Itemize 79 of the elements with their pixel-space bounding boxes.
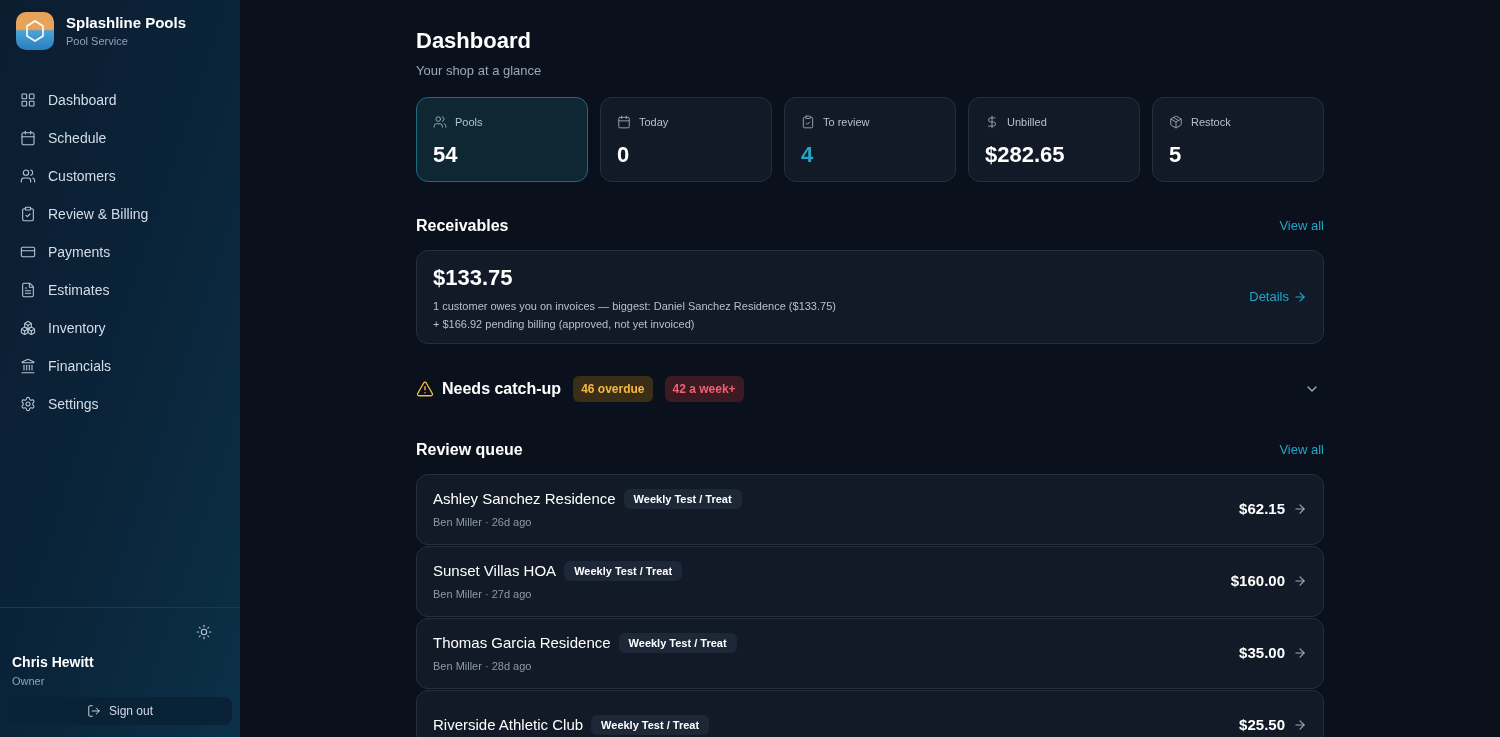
nav-item[interactable]: Estimates — [20, 278, 220, 302]
section-title: Receivables — [416, 215, 509, 236]
row-amount: $35.00 — [1239, 642, 1285, 663]
customer-name: Sunset Villas HOA — [433, 560, 557, 581]
people-icon — [433, 114, 447, 129]
count-badge: 46 overdue — [573, 375, 653, 402]
review-row[interactable]: Thomas Garcia Residence Weekly Test / Treat Ben Miller · 28d ago $35.00 — [416, 617, 1324, 689]
stat-card[interactable]: Unbilled $282.65 — [968, 96, 1140, 182]
sign-out-icon — [86, 704, 101, 718]
calendar-icon — [617, 114, 631, 129]
row-amount: $160.00 — [1230, 570, 1285, 591]
brand-subtitle: Pool Service — [66, 33, 129, 49]
stat-card[interactable]: Restock 5 — [1152, 96, 1324, 182]
document-icon — [20, 282, 36, 298]
stat-value: 54 — [433, 141, 459, 169]
row-meta: Ben Miller · 28d ago — [433, 659, 533, 674]
stat-label: Pools — [455, 114, 483, 130]
stat-value: 4 — [801, 141, 815, 169]
clipboard-check-icon — [20, 206, 36, 222]
people-icon — [20, 168, 36, 184]
package-icon — [1169, 114, 1183, 129]
review-row[interactable]: Ashley Sanchez Residence Weekly Test / Treat Ben Miller · 26d ago $62.15 — [416, 473, 1324, 545]
catch-up-header[interactable]: Needs catch-up 46 overdue 42 a week+ — [416, 375, 1324, 402]
service-tag: Weekly Test / Treat — [618, 632, 737, 653]
section-title: Needs catch-up — [442, 378, 562, 399]
calendar-icon — [20, 130, 36, 146]
stat-label: Today — [639, 114, 669, 130]
brand-name: Splashline Pools — [66, 12, 187, 33]
user-name: Chris Hewitt — [12, 652, 95, 672]
customer-name: Thomas Garcia Residence — [433, 632, 611, 653]
view-all-link[interactable]: View all — [1279, 215, 1324, 236]
nav-item[interactable]: Financials — [20, 354, 220, 378]
pending-billing-note: + $166.92 pending billing (approved, not yet invoiced) — [433, 317, 696, 332]
page-title: Dashboard — [416, 27, 532, 55]
stat-label: To review — [823, 114, 870, 130]
nav-item[interactable]: Review & Billing — [20, 202, 220, 226]
nav-item[interactable]: Inventory — [20, 316, 220, 340]
dollar-icon — [985, 114, 999, 129]
review-row[interactable]: Sunset Villas HOA Weekly Test / Treat Ben Miller · 27d ago $160.00 — [416, 545, 1324, 617]
row-amount: $25.50 — [1239, 714, 1285, 735]
stat-card[interactable]: Pools 54 — [416, 96, 588, 182]
customer-name: Riverside Athletic Club — [433, 714, 584, 735]
card-icon — [20, 244, 36, 260]
grid-icon — [20, 92, 36, 108]
service-tag: Weekly Test / Treat — [591, 714, 710, 736]
nav-item[interactable]: Schedule — [20, 126, 220, 150]
user-role: Owner — [12, 673, 46, 689]
stat-card[interactable]: Today 0 — [600, 96, 772, 182]
boxes-icon — [20, 320, 36, 336]
receivables-amount: $133.75 — [433, 263, 514, 292]
section-title: Review queue — [416, 439, 523, 460]
review-row[interactable]: Riverside Athletic Club Weekly Test / Treat $25.50 — [416, 689, 1324, 737]
nav-item[interactable]: Dashboard — [20, 88, 220, 112]
theme-toggle-icon[interactable] — [196, 623, 212, 640]
settings-icon — [20, 396, 36, 412]
stat-value: $282.65 — [985, 141, 1066, 169]
logo-icon — [16, 12, 54, 50]
stat-label: Unbilled — [1007, 114, 1047, 130]
row-amount: $62.15 — [1239, 498, 1285, 519]
stat-value: 5 — [1169, 141, 1183, 169]
bank-icon — [20, 358, 36, 374]
service-tag: Weekly Test / Treat — [564, 560, 683, 581]
nav-item[interactable]: Payments — [20, 240, 220, 264]
stat-value: 0 — [617, 141, 631, 169]
row-meta: Ben Miller · 27d ago — [433, 587, 533, 602]
clipboard-check-icon — [801, 114, 815, 129]
view-all-link[interactable]: View all — [1279, 439, 1324, 460]
stat-label: Restock — [1191, 114, 1231, 130]
stat-card[interactable]: To review 4 — [784, 96, 956, 182]
row-meta: Ben Miller · 26d ago — [433, 515, 533, 530]
customer-name: Ashley Sanchez Residence — [433, 488, 616, 509]
details-link[interactable]: Details — [1249, 286, 1307, 307]
warning-icon — [416, 379, 434, 398]
service-tag: Weekly Test / Treat — [623, 488, 742, 509]
count-badge: 42 a week+ — [664, 375, 744, 402]
nav-item[interactable]: Settings — [20, 392, 220, 416]
nav-item[interactable]: Customers — [20, 164, 220, 188]
receivables-summary: 1 customer owes you on invoices — biggest: Daniel Sanchez Residence ($133.75) — [433, 298, 836, 314]
page-subtitle: Your shop at a glance — [416, 62, 543, 80]
